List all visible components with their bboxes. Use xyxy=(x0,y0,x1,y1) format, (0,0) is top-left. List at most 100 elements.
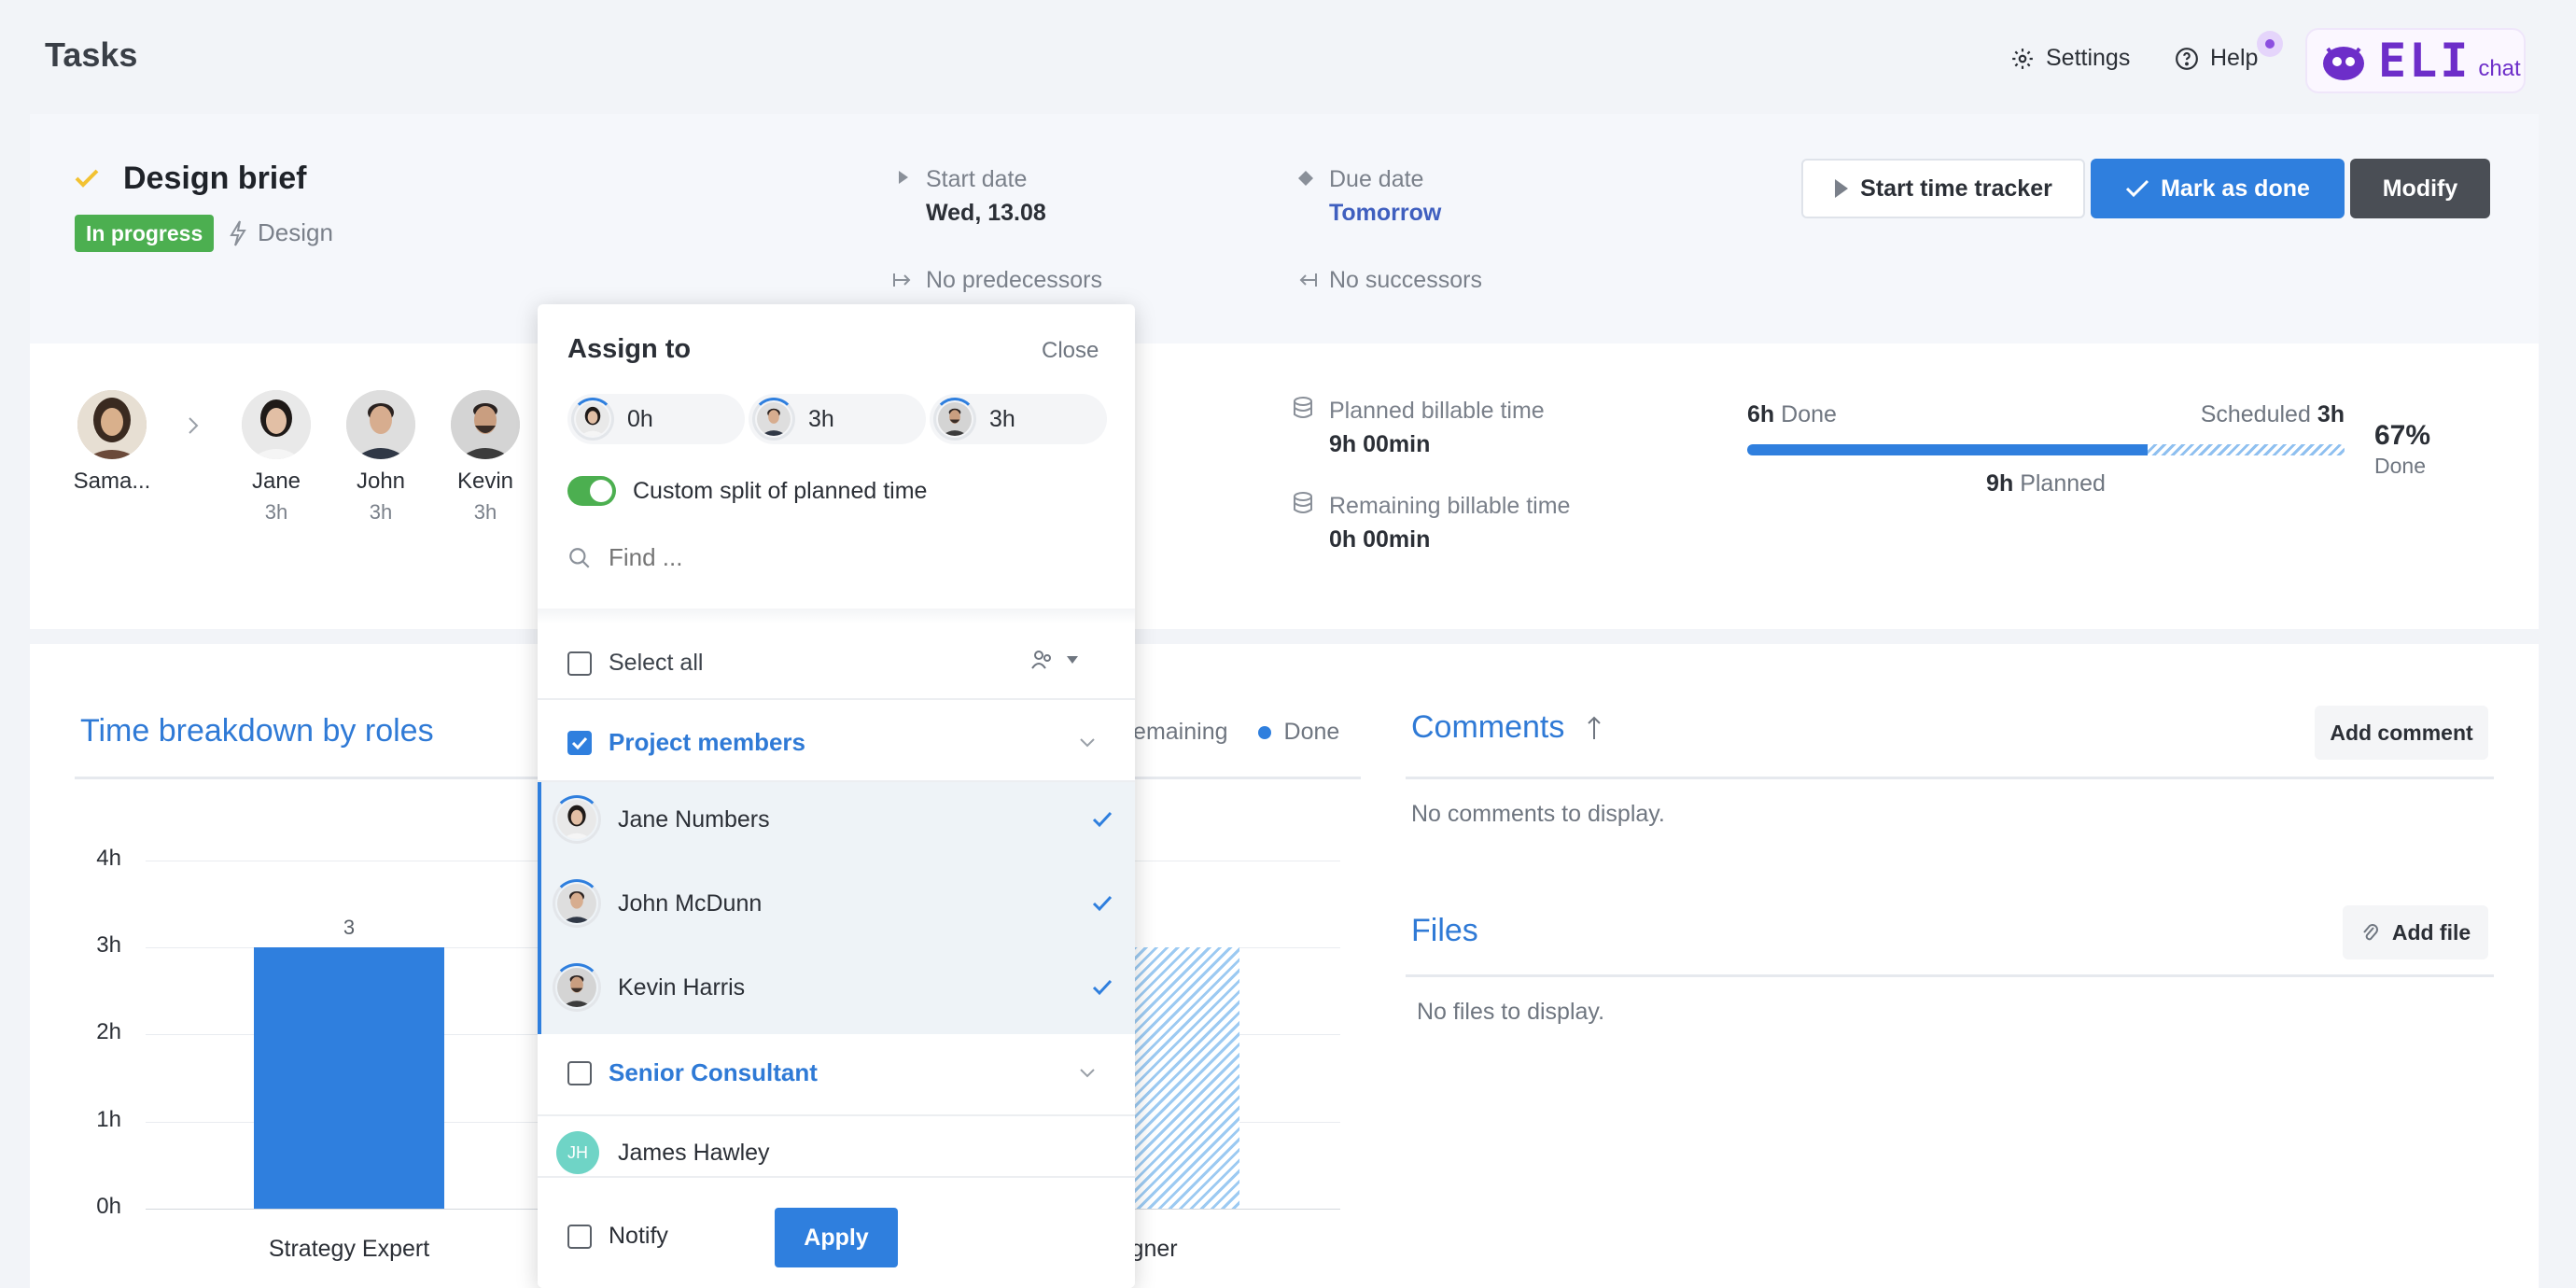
group-name: Senior Consultant xyxy=(609,1058,818,1086)
owner-avatar xyxy=(77,390,147,459)
group-checkbox[interactable] xyxy=(567,1060,592,1085)
due-date-value[interactable]: Tomorrow xyxy=(1329,200,1441,227)
chevron-down-icon[interactable] xyxy=(1079,737,1096,749)
group-checkbox[interactable] xyxy=(567,730,592,755)
page-title: Tasks xyxy=(45,35,138,74)
done-hours-value: 6h xyxy=(1747,401,1775,427)
pill-hours: 0h xyxy=(627,405,653,432)
start-date-label: Start date xyxy=(926,166,1028,192)
modify-button[interactable]: Modify xyxy=(2350,159,2490,218)
settings-link[interactable]: Settings xyxy=(2010,45,2130,72)
check-icon xyxy=(1092,811,1113,828)
group-filter-dropdown[interactable] xyxy=(1030,648,1079,672)
play-small-icon xyxy=(899,171,908,184)
avatar xyxy=(752,398,795,441)
group-project-members[interactable]: Project members xyxy=(567,728,805,757)
planned-billable-label: Planned billable time xyxy=(1329,398,1545,424)
avatar xyxy=(553,795,601,844)
notify-checkbox[interactable] xyxy=(567,1224,592,1249)
x-tick-label: Strategy Expert xyxy=(268,1236,430,1262)
row-divider xyxy=(538,1114,1135,1116)
chart-title: Time breakdown by roles xyxy=(80,713,434,749)
bar-data-label: 3 xyxy=(343,916,356,940)
member-name: Kevin Harris xyxy=(618,973,746,1001)
help-label: Help xyxy=(2210,45,2259,71)
y-tick: 3h xyxy=(96,932,121,958)
avatar xyxy=(346,390,415,459)
member-row[interactable]: JH James Hawley xyxy=(556,1131,770,1174)
sort-arrow-up-icon[interactable] xyxy=(1587,715,1602,741)
notify-row[interactable]: Notify xyxy=(567,1223,668,1250)
assignee-john[interactable]: John 3h xyxy=(334,390,427,525)
find-input[interactable] xyxy=(609,543,1094,572)
select-all-checkbox[interactable] xyxy=(567,651,592,676)
task-header xyxy=(30,114,2539,343)
start-date-value[interactable]: Wed, 13.08 xyxy=(926,200,1046,227)
checkmark-icon[interactable] xyxy=(75,168,99,189)
play-icon xyxy=(1835,179,1849,198)
done-word: Done xyxy=(1781,401,1837,427)
caret-down-icon xyxy=(1067,656,1078,664)
find-field[interactable] xyxy=(567,543,1094,572)
check-icon xyxy=(1092,895,1113,912)
assignee-jane[interactable]: Jane 3h xyxy=(230,390,323,525)
percent-done-label: Done xyxy=(2374,454,2426,478)
assignee-name: John xyxy=(356,469,406,494)
eli-chat-label: chat xyxy=(2478,56,2521,81)
notification-dot xyxy=(2257,31,2283,57)
predecessors-text[interactable]: No predecessors xyxy=(926,267,1102,294)
help-link[interactable]: Help xyxy=(2175,45,2258,72)
select-all-row[interactable]: Select all xyxy=(567,650,703,677)
mark-as-done-button[interactable]: Mark as done xyxy=(2091,159,2345,218)
popup-title: Assign to xyxy=(567,334,692,364)
comments-divider xyxy=(1406,777,2494,779)
assignee-hours-pill[interactable]: 3h xyxy=(749,394,926,444)
assignee-name: Kevin xyxy=(456,469,514,494)
progress-bar-fill xyxy=(1747,444,2148,455)
remaining-billable-label: Remaining billable time xyxy=(1329,493,1571,519)
task-title: Design brief xyxy=(123,161,307,196)
assignee-name: Jane xyxy=(251,469,301,494)
due-date-label: Due date xyxy=(1329,166,1424,192)
users-icon xyxy=(1031,651,1051,669)
apply-button[interactable]: Apply xyxy=(775,1208,898,1267)
member-row[interactable]: Kevin Harris xyxy=(553,963,1113,1012)
start-time-tracker-button[interactable]: Start time tracker xyxy=(1801,159,2085,218)
status-badge[interactable]: In progress xyxy=(75,215,215,252)
add-file-button[interactable]: Add file xyxy=(2343,905,2488,959)
assignee-hours-pill[interactable]: 0h xyxy=(567,394,745,444)
avatar xyxy=(553,879,601,928)
chevron-down-icon[interactable] xyxy=(1079,1068,1096,1079)
planned-billable-value: 9h 00min xyxy=(1329,431,1431,457)
add-comment-button[interactable]: Add comment xyxy=(2315,706,2488,760)
coins-icon xyxy=(1294,492,1312,513)
search-icon xyxy=(569,547,590,568)
assignee-hours: 3h xyxy=(473,500,497,524)
successors-text[interactable]: No successors xyxy=(1329,267,1482,294)
member-row[interactable]: Jane Numbers xyxy=(553,795,1113,844)
eli-chat-button[interactable]: ELI chat xyxy=(2305,28,2526,93)
close-button[interactable]: Close xyxy=(1042,338,1099,364)
successor-icon xyxy=(1299,273,1317,287)
assignee-hours-pill[interactable]: 3h xyxy=(930,394,1107,444)
coins-icon xyxy=(1294,397,1312,418)
assign-to-popup: Assign to Close 0h 3h 3h Custom split of… xyxy=(538,304,1135,1288)
assignee-kevin[interactable]: Kevin 3h xyxy=(439,390,532,525)
pill-hours: 3h xyxy=(808,405,834,432)
owner-name: Sama... xyxy=(73,469,151,494)
y-tick: 2h xyxy=(96,1019,121,1044)
legend-done-swatch xyxy=(1257,725,1271,739)
comments-empty: No comments to display. xyxy=(1411,801,1665,827)
done-hours-text: 6h Done xyxy=(1747,401,1837,428)
category-tag[interactable]: Design xyxy=(230,218,333,247)
legend-done: Done xyxy=(1283,719,1340,745)
group-senior-consultant[interactable]: Senior Consultant xyxy=(567,1058,818,1087)
custom-split-toggle[interactable] xyxy=(567,476,616,506)
member-name: Jane Numbers xyxy=(618,805,770,833)
lightning-icon xyxy=(230,219,246,246)
owner-avatar-group[interactable]: Sama... xyxy=(65,390,159,495)
member-row[interactable]: John McDunn xyxy=(553,879,1113,928)
category-label: Design xyxy=(258,218,333,246)
popup-separator xyxy=(538,609,1135,623)
remaining-billable-value: 0h 00min xyxy=(1329,526,1431,553)
